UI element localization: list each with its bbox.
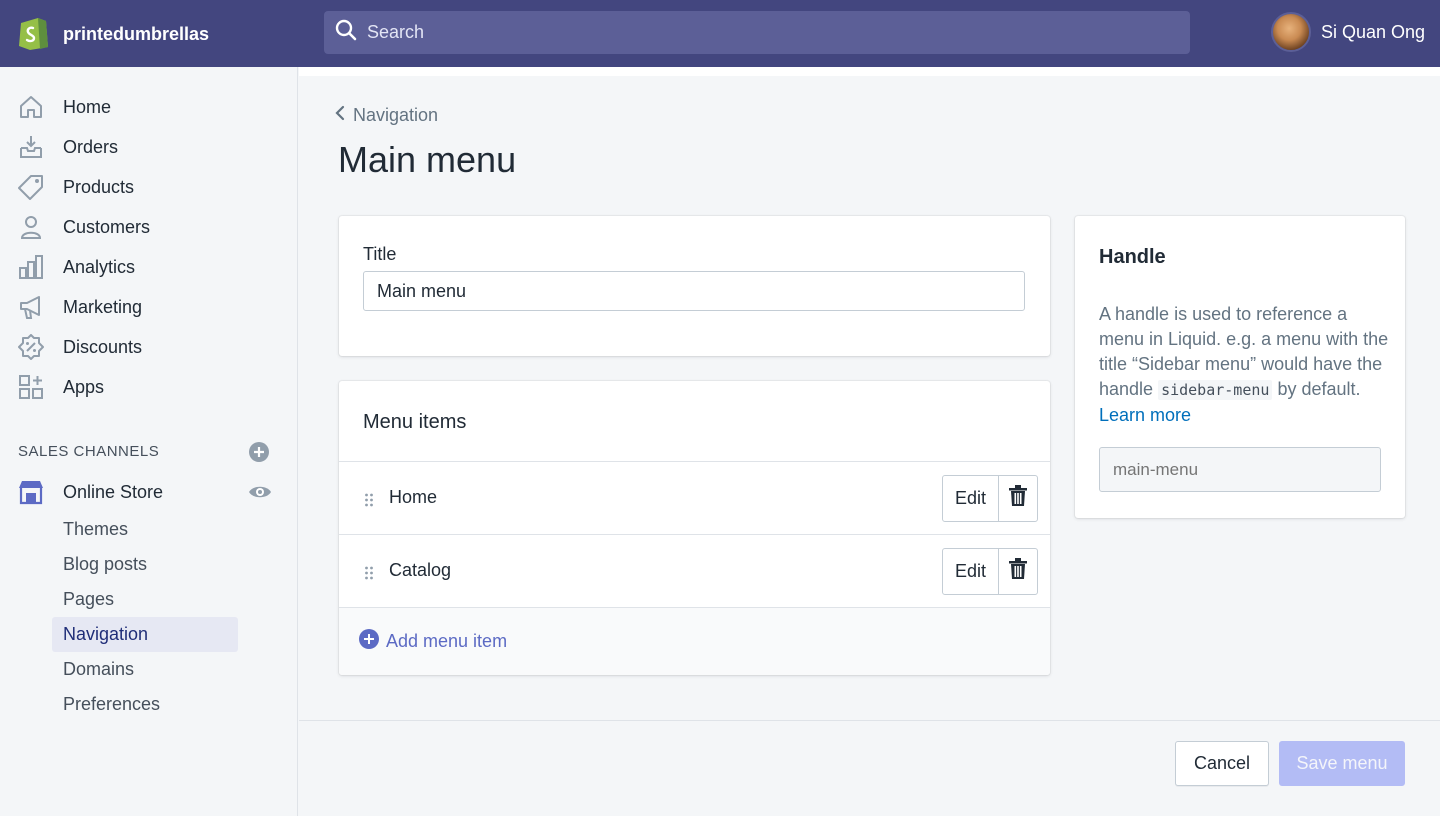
user-name: Si Quan Ong [1320, 21, 1425, 42]
sidebar-item-label: Orders [63, 136, 119, 157]
cancel-button[interactable]: Cancel [1175, 741, 1269, 786]
sidebar-item-products[interactable]: Products [16, 169, 276, 205]
search-bar[interactable] [324, 11, 1190, 54]
sidebar-item-label: Online Store [63, 481, 164, 502]
sidebar-subitem-blog-posts[interactable]: Blog posts [52, 547, 238, 582]
orders-icon [16, 132, 46, 162]
store-icon [16, 477, 46, 507]
handle-example-code: sidebar-menu [1158, 380, 1273, 400]
sidebar-item-label: Home [63, 96, 112, 117]
handle-description: A handle is used to reference a menu in … [1099, 302, 1389, 428]
search-input[interactable] [367, 22, 1147, 43]
delete-button[interactable] [998, 548, 1038, 595]
sidebar-item-label: Customers [63, 216, 151, 237]
drag-handle-icon[interactable] [364, 566, 374, 580]
sidebar-item-label: Marketing [63, 296, 143, 317]
sidebar-item-apps[interactable]: Apps [16, 369, 276, 405]
edit-button[interactable]: Edit [942, 475, 999, 522]
sales-channels-heading: SALES CHANNELS [18, 443, 160, 460]
add-menu-item-button[interactable]: Add menu item [339, 607, 1050, 675]
title-input[interactable] [363, 271, 1025, 311]
menu-item-row: Home Edit [339, 461, 1050, 534]
store-name: printedumbrellas [63, 24, 210, 44]
menu-item-label: Catalog [389, 560, 452, 580]
save-menu-button[interactable]: Save menu [1279, 741, 1405, 786]
sidebar-item-orders[interactable]: Orders [16, 129, 276, 165]
megaphone-icon [16, 292, 46, 322]
title-label: Title [363, 244, 397, 264]
sidebar-subitem-pages[interactable]: Pages [52, 582, 238, 617]
sidebar-item-discounts[interactable]: Discounts [16, 329, 276, 365]
discount-icon [16, 332, 46, 362]
handle-heading: Handle [1099, 246, 1166, 268]
store-brand[interactable]: printedumbrellas [18, 14, 209, 55]
learn-more-link[interactable]: Learn more [1099, 405, 1191, 425]
sidebar-item-analytics[interactable]: Analytics [16, 249, 276, 285]
menu-item-row: Catalog Edit [339, 534, 1050, 607]
tag-icon [16, 172, 46, 202]
sidebar-subitem-domains[interactable]: Domains [52, 652, 238, 687]
add-menu-item-label: Add menu item [386, 631, 508, 651]
eye-icon[interactable] [248, 483, 272, 501]
trash-icon [1008, 558, 1028, 585]
page-title: Main menu [338, 139, 517, 180]
sidebar-item-label: Discounts [63, 336, 143, 357]
top-bar: printedumbrellas Si Quan Ong [0, 0, 1440, 67]
main-content: Navigation Main menu Title Menu items Ho… [299, 67, 1440, 816]
chevron-left-icon [335, 105, 353, 126]
trash-icon [1008, 485, 1028, 512]
search-icon [324, 19, 357, 46]
title-card: Title [339, 216, 1050, 356]
delete-button[interactable] [998, 475, 1038, 522]
shopify-logo-icon [18, 14, 49, 55]
add-sales-channel-icon[interactable] [248, 441, 270, 463]
home-icon [16, 92, 46, 122]
avatar [1270, 12, 1311, 52]
sidebar-subitem-themes[interactable]: Themes [52, 512, 238, 547]
sidebar-item-label: Apps [63, 376, 105, 397]
sidebar-item-customers[interactable]: Customers [16, 209, 276, 245]
drag-handle-icon[interactable] [364, 493, 374, 507]
handle-input[interactable] [1099, 447, 1381, 492]
breadcrumb-label: Navigation [353, 105, 439, 125]
plus-circle-icon [359, 629, 379, 654]
handle-desc-text: by default. [1272, 379, 1361, 399]
sidebar-item-marketing[interactable]: Marketing [16, 289, 276, 325]
menu-items-heading: Menu items [363, 411, 467, 433]
edit-button[interactable]: Edit [942, 548, 999, 595]
sidebar-item-online-store[interactable]: Online Store [16, 474, 276, 510]
handle-card: Handle A handle is used to reference a m… [1075, 216, 1405, 518]
sidebar-item-home[interactable]: Home [16, 89, 276, 125]
apps-icon [16, 372, 46, 402]
sidebar-item-label: Analytics [63, 256, 136, 277]
sidebar: Home Orders Products Customers Analytics… [0, 67, 298, 816]
sidebar-item-label: Products [63, 176, 135, 197]
bar-chart-icon [16, 252, 46, 282]
sidebar-subitem-preferences[interactable]: Preferences [52, 687, 238, 722]
user-menu[interactable]: Si Quan Ong [1270, 12, 1425, 52]
top-strip [299, 67, 1440, 76]
person-icon [16, 212, 46, 242]
menu-item-label: Home [389, 487, 438, 507]
breadcrumb[interactable]: Navigation [335, 105, 438, 126]
footer-divider [299, 720, 1440, 721]
sidebar-subitem-navigation[interactable]: Navigation [52, 617, 238, 652]
menu-items-card: Menu items Home Edit Catalog Edit Add me… [339, 381, 1050, 675]
